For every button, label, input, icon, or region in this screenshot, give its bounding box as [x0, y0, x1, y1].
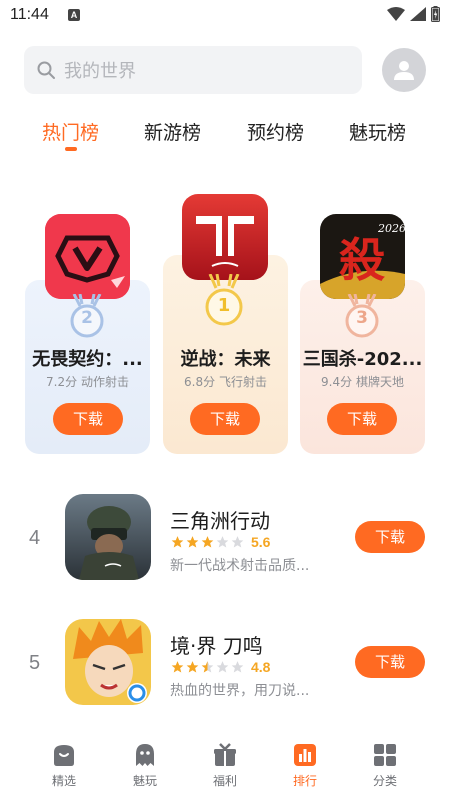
tab-reserve[interactable]: 预约榜: [247, 118, 304, 145]
valorant-icon: [45, 214, 130, 299]
nav-label: 分类: [372, 774, 397, 788]
user-icon: [394, 61, 414, 80]
sanguosha-icon: 殺 2026: [320, 214, 405, 299]
star-icon: [171, 536, 184, 548]
download-button-4[interactable]: 下载: [355, 521, 425, 553]
podium-genre-1: 飞行射击: [218, 375, 267, 389]
star-empty-icon: [216, 536, 229, 548]
nav-featured[interactable]: 精选: [34, 742, 94, 789]
star-empty-icon: [216, 661, 229, 673]
tab-indicator: [65, 147, 77, 151]
nav-label: 魅玩: [132, 774, 157, 788]
sanguosha-year: 2026: [377, 222, 405, 235]
nizhan-icon: [182, 194, 268, 280]
notification-a-icon: A: [68, 9, 80, 21]
star-icon: [186, 536, 199, 548]
download-button-1[interactable]: 下载: [190, 403, 260, 435]
podium-title-3: 三国杀-202...: [302, 349, 423, 370]
podium-genre-3: 棋牌天地: [355, 375, 404, 389]
nav-label: 精选: [51, 774, 76, 788]
tab-new[interactable]: 新游榜: [144, 118, 201, 145]
list-description: 热血的世界，用刀说...: [170, 683, 310, 699]
podium-score-1: 6.8分: [184, 375, 216, 389]
search-placeholder: 我的世界: [64, 61, 136, 82]
delta-force-icon: [65, 494, 151, 580]
rank-number: 5: [29, 652, 41, 674]
podium-rank-3: 3: [356, 308, 368, 328]
bleach-icon: [65, 619, 151, 705]
list-title: 境·界 刀鸣: [170, 634, 263, 658]
podium-genre-2: 动作射击: [80, 375, 129, 389]
star-icon: [186, 661, 199, 673]
rating-stars: 5.6: [170, 534, 270, 550]
podium-score-2: 7.2分: [46, 375, 78, 389]
battery-icon: [431, 6, 440, 22]
list-title: 三角洲行动: [170, 509, 270, 533]
nav-label: 福利: [212, 774, 237, 788]
featured-icon: [54, 745, 74, 766]
nav-category[interactable]: 分类: [355, 742, 415, 789]
download-button-2[interactable]: 下载: [53, 403, 123, 435]
search-input[interactable]: 我的世界: [24, 46, 362, 94]
rank-number: 4: [29, 527, 41, 549]
podium-title-2: 无畏契约：...: [32, 349, 143, 370]
tab-meiwan[interactable]: 魅玩榜: [349, 118, 406, 145]
podium-rank-1: 1: [217, 295, 231, 316]
bottom-nav: 精选 魅玩 福利 排行 分类: [0, 736, 450, 800]
podium-title-1: 逆战：未来: [180, 349, 271, 370]
gift-icon: [214, 743, 236, 766]
podium-score-3: 9.4分: [321, 375, 353, 389]
nav-meiwan[interactable]: 魅玩: [115, 742, 175, 789]
star-icon: [171, 661, 184, 673]
nav-ranking[interactable]: 排行: [275, 742, 335, 789]
avatar[interactable]: [382, 48, 426, 92]
nav-label: 排行: [292, 774, 317, 788]
download-button-5[interactable]: 下载: [355, 646, 425, 678]
rating-value: 4.8: [251, 659, 271, 675]
tab-hot[interactable]: 热门榜: [42, 118, 99, 145]
status-bar: 11:44 A: [0, 0, 450, 32]
status-icons: [387, 6, 440, 22]
star-half-icon: [201, 661, 214, 673]
ghost-icon: [136, 744, 154, 766]
star-empty-icon: [231, 661, 244, 673]
sanguosha-glyph: 殺: [339, 233, 385, 287]
status-time: 11:44: [10, 6, 49, 23]
wifi-icon: [387, 7, 405, 21]
nav-welfare[interactable]: 福利: [195, 742, 255, 789]
podium-rank-2: 2: [81, 308, 93, 328]
ranking-tabs: 热门榜 新游榜 预约榜 魅玩榜: [0, 118, 450, 158]
podium-meta-3: 9.4分 棋牌天地: [300, 373, 425, 390]
rating-value: 5.6: [251, 534, 271, 550]
list-description: 新一代战术射击品质...: [170, 558, 310, 574]
ranking-icon: [294, 744, 316, 766]
podium-meta-2: 7.2分 动作射击: [25, 373, 150, 390]
star-icon: [201, 536, 214, 548]
category-icon: [374, 744, 396, 766]
podium-meta-1: 6.8分 飞行射击: [163, 373, 288, 390]
download-button-3[interactable]: 下载: [327, 403, 397, 435]
star-empty-icon: [231, 536, 244, 548]
rating-stars: 4.8: [170, 659, 270, 675]
search-icon: [37, 61, 55, 79]
signal-icon: [410, 7, 426, 21]
